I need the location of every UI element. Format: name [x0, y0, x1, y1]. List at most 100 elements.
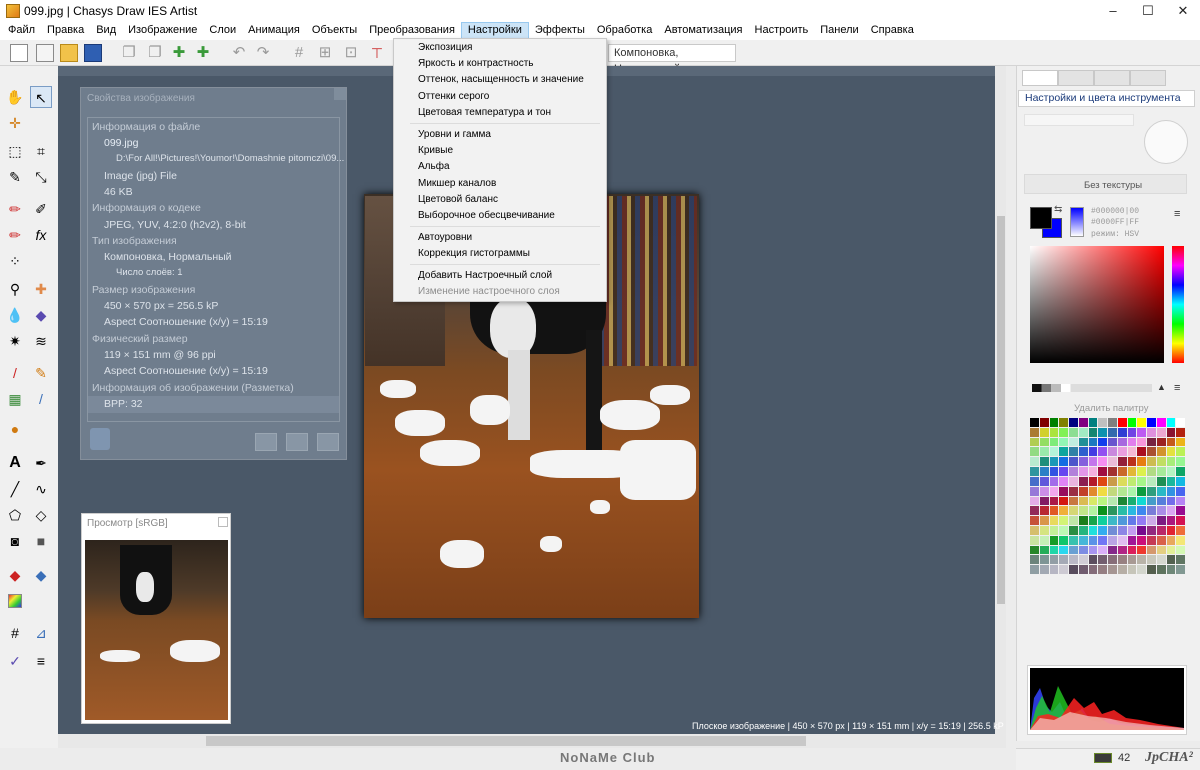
menu-customize[interactable]: Настроить — [749, 22, 815, 40]
palette-swatch[interactable] — [1030, 418, 1039, 427]
fx-brush-tool-icon[interactable]: fx — [30, 224, 52, 246]
sparkle-tool-icon[interactable]: ✷ — [4, 330, 26, 352]
palette-swatch[interactable] — [1069, 486, 1078, 496]
palette-swatch[interactable] — [1039, 496, 1049, 506]
palette-swatch[interactable] — [1049, 437, 1059, 447]
palette-swatch[interactable] — [1137, 418, 1146, 427]
palette-swatch[interactable] — [1117, 467, 1127, 476]
grid-tool-icon[interactable]: # — [4, 622, 26, 644]
menu-item-levels-gamma[interactable]: Уровни и гамма — [418, 129, 491, 140]
palette-swatch[interactable] — [1176, 525, 1185, 535]
menu-item-histogram-correction[interactable]: Коррекция гистограммы — [418, 248, 530, 259]
palette-swatch[interactable] — [1127, 457, 1137, 467]
palette-swatch[interactable] — [1166, 516, 1176, 525]
menu-item-hue-saturation[interactable]: Оттенок, насыщенность и значение — [418, 74, 584, 85]
text-tool-icon[interactable]: A — [4, 452, 26, 474]
palette-swatch[interactable] — [1049, 496, 1059, 506]
horizontal-scroll-thumb[interactable] — [206, 736, 806, 746]
palette-swatch[interactable] — [1098, 467, 1107, 476]
palette-swatch[interactable] — [1039, 486, 1049, 496]
palette-swatch[interactable] — [1147, 545, 1156, 555]
settings-tool-icon[interactable]: ≡ — [30, 650, 52, 672]
pin-icon[interactable] — [255, 433, 277, 451]
palette-swatch[interactable] — [1156, 516, 1166, 525]
palette-swatch[interactable] — [1078, 437, 1088, 447]
palette-swatch[interactable] — [1069, 447, 1078, 457]
undo-icon[interactable]: ↶ — [230, 44, 248, 62]
palette-swatch[interactable] — [1117, 476, 1127, 486]
text-path-tool-icon[interactable]: ✒ — [30, 452, 52, 474]
palette-swatch[interactable] — [1039, 467, 1049, 476]
clone-tool-icon[interactable]: ⁘ — [4, 250, 26, 272]
new-file-icon[interactable] — [10, 44, 28, 62]
tab-effects[interactable] — [1094, 70, 1130, 86]
palette-swatch[interactable] — [1156, 418, 1166, 427]
warp-tool-icon[interactable]: ⊿ — [30, 622, 52, 644]
palette-swatch[interactable] — [1088, 476, 1098, 486]
line-tool-icon[interactable]: ╱ — [4, 478, 26, 500]
palette-swatch[interactable] — [1098, 486, 1107, 496]
palette-swatch[interactable] — [1166, 447, 1176, 457]
brush-shape-preview[interactable] — [1144, 120, 1188, 164]
palette-swatch[interactable] — [1137, 565, 1146, 574]
palette-swatch[interactable] — [1176, 565, 1185, 574]
palette-swatch[interactable] — [1088, 555, 1098, 565]
palette-swatch[interactable] — [1147, 427, 1156, 437]
palette-swatch[interactable] — [1078, 525, 1088, 535]
palette-swatch[interactable] — [1098, 496, 1107, 506]
palette-swatch[interactable] — [1127, 437, 1137, 447]
palette-swatch[interactable] — [1156, 467, 1166, 476]
shapes-tool-icon[interactable]: ⬠ — [4, 504, 26, 526]
palette-swatch[interactable] — [1156, 486, 1166, 496]
palette-swatch[interactable] — [1127, 467, 1137, 476]
palette-swatch[interactable] — [1147, 506, 1156, 516]
palette-swatch[interactable] — [1127, 418, 1137, 427]
palette-swatch[interactable] — [1039, 555, 1049, 565]
palette-swatch[interactable] — [1088, 525, 1098, 535]
palette-swatch[interactable] — [1030, 565, 1039, 574]
hand-tool-icon[interactable]: ✋ — [4, 86, 26, 108]
palette-swatch[interactable] — [1049, 565, 1059, 574]
palette-swatch[interactable] — [1127, 545, 1137, 555]
canvas-size-icon[interactable]: ⊡ — [342, 44, 360, 62]
palette-swatch[interactable] — [1049, 506, 1059, 516]
palette-swatch[interactable] — [1030, 506, 1039, 516]
eyedropper-tool-icon[interactable]: ✎ — [4, 166, 26, 188]
palette-swatch[interactable] — [1166, 476, 1176, 486]
palette-swatch[interactable] — [1137, 447, 1146, 457]
palette-swatch[interactable] — [1030, 457, 1039, 467]
tab-folder[interactable] — [1130, 70, 1166, 86]
recent-colors-strip[interactable] — [1032, 384, 1152, 392]
palette-swatch[interactable] — [1039, 457, 1049, 467]
palette-swatch[interactable] — [1137, 506, 1146, 516]
menu-panels[interactable]: Панели — [814, 22, 864, 40]
palette-swatch[interactable] — [1039, 476, 1049, 486]
palette-swatch[interactable] — [1166, 565, 1176, 574]
copy-info-icon[interactable] — [286, 433, 308, 451]
palette-swatch[interactable] — [1108, 506, 1117, 516]
palette-swatch[interactable] — [1039, 545, 1049, 555]
hue-slider[interactable] — [1172, 246, 1184, 363]
palette-swatch[interactable] — [1127, 565, 1137, 574]
stamp-tool-icon[interactable]: ⚲ — [4, 278, 26, 300]
palette-swatch[interactable] — [1147, 437, 1156, 447]
palette-swatch[interactable] — [1088, 457, 1098, 467]
menu-item-channel-mixer[interactable]: Микшер каналов — [418, 178, 496, 189]
3d-shape-tool-icon[interactable]: ◙ — [4, 530, 26, 552]
palette-swatch[interactable] — [1127, 476, 1137, 486]
palette-swatch[interactable] — [1098, 447, 1107, 457]
palette-swatch[interactable] — [1030, 555, 1039, 565]
vertical-scroll-thumb[interactable] — [997, 216, 1005, 604]
curve-tool-icon[interactable]: ∿ — [30, 478, 52, 500]
palette-swatch[interactable] — [1098, 457, 1107, 467]
wave-tool-icon[interactable]: ≋ — [30, 330, 52, 352]
menu-item-color-balance[interactable]: Цветовой баланс — [418, 194, 498, 205]
layer-mode-field[interactable]: Компоновка, Нормальный — [608, 44, 736, 75]
palette-swatch[interactable] — [1088, 418, 1098, 427]
palette-swatch[interactable] — [1088, 467, 1098, 476]
marquee-tool-icon[interactable]: ⬚ — [4, 140, 26, 162]
palette-swatch[interactable] — [1137, 535, 1146, 545]
paste-icon[interactable]: ❐ — [146, 44, 164, 62]
palette-swatch[interactable] — [1098, 437, 1107, 447]
menu-item-grayscale[interactable]: Оттенки серого — [418, 91, 489, 102]
